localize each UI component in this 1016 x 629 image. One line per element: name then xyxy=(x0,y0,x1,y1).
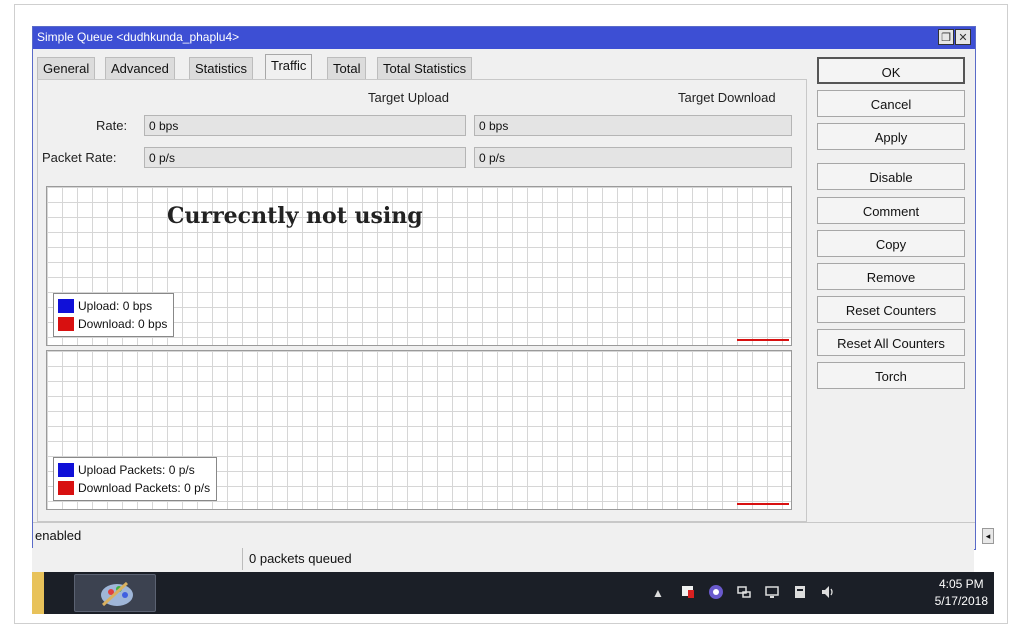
packet-rate-download-field[interactable]: 0 p/s xyxy=(474,147,792,168)
download-packets-swatch xyxy=(58,481,74,495)
legend-upload-packets-label: Upload Packets: xyxy=(78,463,166,477)
disable-button[interactable]: Disable xyxy=(817,163,965,190)
window-title: Simple Queue <dudhkunda_phaplu4> xyxy=(37,30,240,44)
show-hidden-icon[interactable]: ▲ xyxy=(652,586,668,602)
download-packets-trace xyxy=(737,503,789,505)
clock-time: 4:05 PM xyxy=(938,577,984,591)
target-upload-header: Target Upload xyxy=(368,90,449,105)
tab-total-statistics[interactable]: Total Statistics xyxy=(377,57,473,79)
legend-download-label: Download: xyxy=(78,317,135,331)
copy-button[interactable]: Copy xyxy=(817,230,965,257)
legend-download-value: 0 bps xyxy=(138,317,168,331)
simple-queue-window: Simple Queue <dudhkunda_phaplu4> ❐ ✕ Gen… xyxy=(32,26,976,550)
comment-button[interactable]: Comment xyxy=(817,197,965,224)
legend-upload-value: 0 bps xyxy=(122,299,153,313)
legend-upload-label: Upload: xyxy=(78,299,120,313)
rate-label: Rate: xyxy=(96,118,128,133)
restore-button[interactable]: ❐ xyxy=(938,29,954,45)
tab-advanced[interactable]: Advanced xyxy=(105,57,175,79)
packets-queued: 0 packets queued xyxy=(242,548,358,570)
rate-upload-field[interactable]: 0 bps xyxy=(144,115,466,136)
rate-download-field[interactable]: 0 bps xyxy=(474,115,792,136)
packet-rate-label: Packet Rate: xyxy=(42,150,117,165)
app-tray-icon[interactable] xyxy=(708,584,724,600)
bytes-graph: Currecntly not using Upload: 0 bps Downl… xyxy=(46,186,792,346)
speaker-icon[interactable] xyxy=(820,584,836,600)
torch-button[interactable]: Torch xyxy=(817,362,965,389)
packet-rate-upload-field[interactable]: 0 p/s xyxy=(144,147,466,168)
status-bar: enabled xyxy=(33,522,975,549)
clock[interactable]: 4:05 PM 5/17/2018 xyxy=(935,576,988,610)
start-icon[interactable] xyxy=(32,572,44,614)
title-bar[interactable]: Simple Queue <dudhkunda_phaplu4> ❐ ✕ xyxy=(33,27,975,49)
taskbar-app-button[interactable] xyxy=(74,574,156,612)
target-download-header: Target Download xyxy=(678,90,776,105)
close-button[interactable]: ✕ xyxy=(955,29,971,45)
clock-date: 5/17/2018 xyxy=(934,594,988,608)
paint-app-icon xyxy=(101,581,133,607)
monitor-icon[interactable] xyxy=(764,584,780,600)
status-enabled: enabled xyxy=(35,528,82,543)
legend-upload-packets: Upload Packets: 0 p/s xyxy=(58,461,210,479)
legend-download: Download: 0 bps xyxy=(58,315,167,333)
reset-all-counters-button[interactable]: Reset All Counters xyxy=(817,329,965,356)
tab-traffic[interactable]: Traffic xyxy=(265,54,313,79)
tab-total[interactable]: Total xyxy=(327,57,367,79)
reset-counters-button[interactable]: Reset Counters xyxy=(817,296,965,323)
legend-download-packets-label: Download Packets: xyxy=(78,481,181,495)
cancel-button[interactable]: Cancel xyxy=(817,90,965,117)
packets-graph: Upload Packets: 0 p/s Download Packets: … xyxy=(46,350,792,510)
legend-download-packets-value: 0 p/s xyxy=(184,481,211,495)
remove-button[interactable]: Remove xyxy=(817,263,965,290)
upload-swatch xyxy=(58,299,74,313)
download-swatch xyxy=(58,317,74,331)
apply-button[interactable]: Apply xyxy=(817,123,965,150)
action-center-icon[interactable] xyxy=(792,584,808,600)
bytes-legend: Upload: 0 bps Download: 0 bps xyxy=(53,293,175,337)
ok-button[interactable]: OK xyxy=(817,57,965,84)
network-icon[interactable] xyxy=(736,584,752,600)
scroll-arrow-icon[interactable]: ◂ xyxy=(982,528,994,544)
traffic-panel: Target Upload Target Download Rate: 0 bp… xyxy=(37,79,807,522)
not-using-annotation: Currecntly not using xyxy=(167,203,423,229)
legend-upload-packets-value: 0 p/s xyxy=(168,463,195,477)
taskbar: ▲ 4:05 PM 5/17/2018 xyxy=(32,572,994,614)
flag-icon[interactable] xyxy=(680,584,696,600)
tab-general[interactable]: General xyxy=(37,57,96,79)
packets-legend: Upload Packets: 0 p/s Download Packets: … xyxy=(53,457,218,501)
download-trace xyxy=(737,339,789,341)
legend-upload: Upload: 0 bps xyxy=(58,297,167,315)
upload-packets-swatch xyxy=(58,463,74,477)
legend-download-packets: Download Packets: 0 p/s xyxy=(58,479,210,497)
main-status-bar: 0 packets queued xyxy=(32,548,974,572)
tab-statistics[interactable]: Statistics xyxy=(189,57,254,79)
